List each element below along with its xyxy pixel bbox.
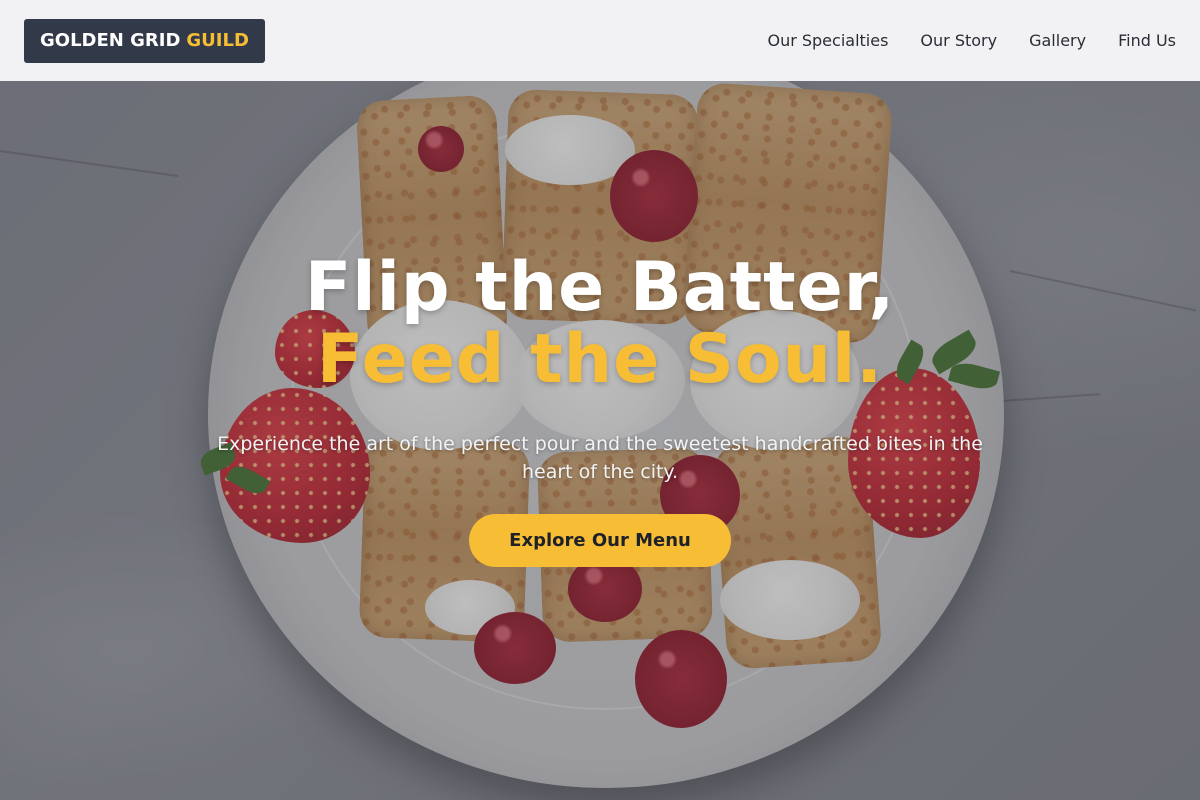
hero-headline-line1: Flip the Batter, <box>304 248 896 327</box>
nav-link-gallery[interactable]: Gallery <box>1029 31 1086 50</box>
brand-logo[interactable]: GOLDEN GRID GUILD <box>24 18 265 63</box>
hero-headline: Flip the Batter, Feed the Soul. <box>0 252 1200 396</box>
hero-headline-line2: Feed the Soul. <box>316 320 884 399</box>
hero-section: Flip the Batter, Feed the Soul. Experien… <box>0 252 1200 567</box>
nav-link-our-specialties[interactable]: Our Specialties <box>767 31 888 50</box>
hero-subtitle: Experience the art of the perfect pour a… <box>217 433 983 483</box>
brand-name-accent: GUILD <box>186 30 249 51</box>
explore-menu-button[interactable]: Explore Our Menu <box>469 514 731 567</box>
nav-link-find-us[interactable]: Find Us <box>1118 31 1176 50</box>
main-nav: Our Specialties Our Story Gallery Find U… <box>767 31 1176 50</box>
brand-name-main: GOLDEN GRID <box>40 30 181 51</box>
site-header: GOLDEN GRID GUILD Our Specialties Our St… <box>0 0 1200 81</box>
nav-link-our-story[interactable]: Our Story <box>920 31 997 50</box>
